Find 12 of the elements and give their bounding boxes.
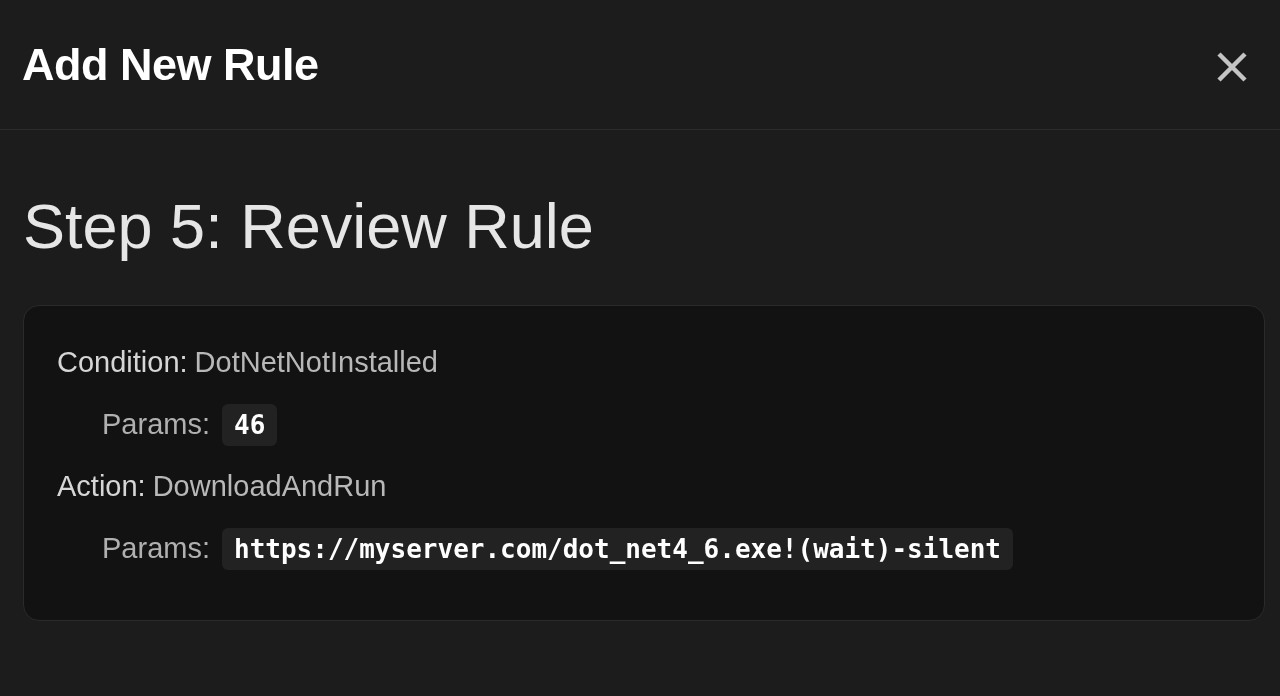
params-value: 46 (222, 403, 278, 446)
field-value: DownloadAndRun (152, 468, 387, 504)
field-value: DotNetNotInstalled (194, 344, 438, 380)
params-label: Params: (102, 406, 210, 442)
close-button[interactable] (1216, 51, 1248, 82)
close-icon (1216, 51, 1248, 82)
params-value: https://myserver.com/dot_net4_6.exe!(wait)-silent (222, 527, 1013, 570)
params-label: Params: (102, 530, 210, 566)
step-heading: Step 5: Review Rule (23, 190, 595, 263)
dialog-title: Add New Rule (22, 37, 319, 92)
field-label: Action: (57, 468, 146, 504)
field-label: Condition: (57, 344, 188, 380)
